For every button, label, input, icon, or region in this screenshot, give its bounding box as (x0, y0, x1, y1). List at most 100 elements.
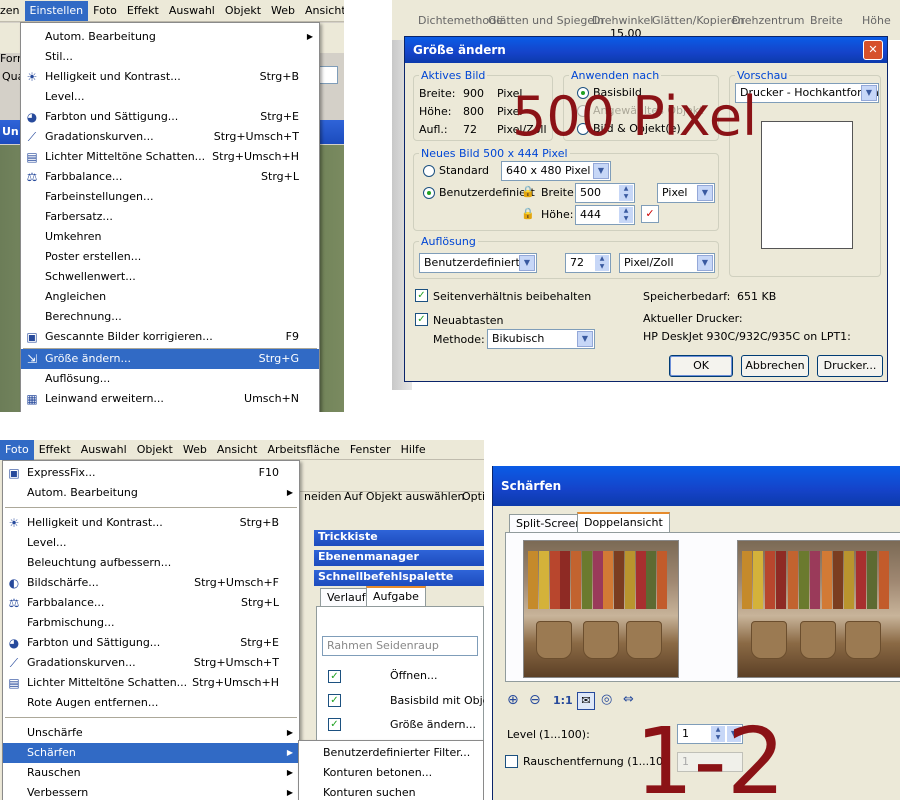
menu-item[interactable]: Schwellenwert... (21, 267, 319, 287)
menu-item[interactable]: Farbersatz... (21, 207, 319, 227)
bg-tab-verlauf[interactable]: Verlauf (320, 588, 373, 608)
menu-effekt[interactable]: Effekt (34, 440, 76, 460)
menu-web[interactable]: Web (266, 1, 300, 21)
navigate-icon[interactable]: ◎ (601, 692, 612, 707)
basket (844, 621, 881, 659)
lock-icon[interactable]: 🔒 (521, 185, 535, 198)
menu-foto[interactable]: Foto (88, 1, 122, 21)
aspect-link-icon[interactable]: ✓ (641, 205, 659, 223)
menu-item[interactable]: Poster erstellen... (21, 247, 319, 267)
menu-item[interactable]: ▣ Gescannte Bilder korrigieren... F9 (21, 327, 319, 347)
menu-item[interactable]: ⟋ Gradationskurven... Strg+Umsch+T (3, 653, 299, 673)
bg-tab-aufgabe[interactable]: Aufgabe (366, 586, 426, 606)
lock-icon[interactable]: 🔒 (521, 207, 535, 220)
menu-item[interactable]: ☀ Helligkeit und Kontrast... Strg+B (3, 513, 299, 533)
checkbox-aspect-ratio[interactable]: ✓ (415, 289, 428, 302)
menu-einstellen[interactable]: Einstellen (24, 0, 89, 21)
menu-item[interactable]: Rote Augen entfernen... (3, 693, 299, 713)
radio-benutzerdefiniert[interactable] (423, 187, 435, 199)
menu-item[interactable]: ▤ Lichter Mitteltöne Schatten... Strg+Umsc… (21, 147, 319, 167)
menu-item[interactable]: Level... (3, 533, 299, 553)
printer-button[interactable]: Drucker... (817, 355, 883, 377)
menu-item[interactable]: ◕ Farbton und Sättigung... Strg+E (3, 633, 299, 653)
menu-item[interactable]: Umkehren (21, 227, 319, 247)
menu-item[interactable]: ⟋ Gradationskurven... Strg+Umsch+T (21, 127, 319, 147)
submenu-item[interactable]: Konturen betonen... (299, 763, 483, 783)
menu-item[interactable]: Angleichen (21, 287, 319, 307)
menu-item[interactable]: ◐ Bildschärfe... Strg+Umsch+F (3, 573, 299, 593)
menu-ansicht[interactable]: Ansicht (212, 440, 263, 460)
menu-item[interactable]: Farbeinstellungen... (21, 187, 319, 207)
menu-item[interactable]: Level... (21, 87, 319, 107)
menu-item[interactable]: Schärfen ▶ (3, 743, 299, 763)
breite-input[interactable]: 500 ▲ ▼ (575, 183, 635, 203)
bg-task-check[interactable]: ✓ (328, 670, 341, 683)
menu-item[interactable]: Beleuchtung aufbessern... (3, 553, 299, 573)
menu-item[interactable]: zen (0, 1, 25, 21)
submenu-item[interactable]: Benutzerdefinierter Filter... (299, 743, 483, 763)
resolution-unit-select[interactable]: Pixel/Zoll ▼ (619, 253, 715, 273)
menu-ansicht[interactable]: Ansicht (300, 1, 344, 21)
menu-objekt[interactable]: Objekt (220, 1, 266, 21)
menu-item[interactable]: Berechnung... (21, 307, 319, 327)
spin-down-icon[interactable]: ▼ (619, 215, 633, 223)
menu-objekt[interactable]: Objekt (132, 440, 178, 460)
zoom-out-icon[interactable]: ⊖ (529, 692, 541, 708)
zoom-in-icon[interactable]: ⊕ (507, 692, 519, 708)
menu-item[interactable]: Verbessern ▶ (3, 783, 299, 800)
menu-web[interactable]: Web (178, 440, 212, 460)
menu-hilfe[interactable]: Hilfe (396, 440, 431, 460)
bg-task-check[interactable]: ✓ (328, 718, 341, 731)
label-methode: Methode: (433, 333, 485, 346)
submenu-item[interactable]: Konturen suchen (299, 783, 483, 800)
menu-item[interactable]: ☀ Helligkeit und Kontrast... Strg+B (21, 67, 319, 87)
spin-up-icon[interactable]: ▲ (619, 207, 633, 215)
hoehe-input[interactable]: 444 ▲ ▼ (575, 205, 635, 225)
menu-item[interactable]: ▦ Leinwand erweitern... Umsch+N (21, 389, 319, 409)
menu-foto[interactable]: Foto (0, 440, 34, 460)
menu-item[interactable]: Auflösung... (21, 369, 319, 389)
menu-fenster[interactable]: Fenster (345, 440, 396, 460)
radio-standard[interactable] (423, 165, 435, 177)
menu-effekt[interactable]: Effekt (122, 1, 164, 21)
menu-item[interactable]: ⚖ Farbbalance... Strg+L (3, 593, 299, 613)
menu-item[interactable]: ⚖ Farbbalance... Strg+L (21, 167, 319, 187)
resolution-input[interactable]: 72 ▲ ▼ (565, 253, 611, 273)
fit-icon[interactable]: ✉ (577, 692, 595, 710)
bg-task-check[interactable]: ✓ (328, 694, 341, 707)
close-button[interactable]: ✕ (863, 40, 883, 60)
menu-item[interactable]: ◕ Farbton und Sättigung... Strg+E (21, 107, 319, 127)
menu-arbeitsflaeche[interactable]: Arbeitsfläche (262, 440, 344, 460)
menu-item[interactable]: Farbmischung... (3, 613, 299, 633)
foto-dropdown: ▣ ExpressFix... F10 Autom. Bearbeitung ▶ ☀ Hel… (2, 460, 300, 800)
menu-item[interactable]: ▣ ExpressFix... F10 (3, 463, 299, 483)
menu-item[interactable]: Stil... (21, 47, 319, 67)
standard-size-select[interactable]: 640 x 480 Pixel ▼ (501, 161, 611, 181)
menu-item[interactable]: ▤ Lichter Mitteltöne Schatten... Strg+Umsc… (3, 673, 299, 693)
resize-icon: ⇲ (26, 352, 38, 366)
menu-item[interactable]: ⇲ Größe ändern... Strg+G (21, 349, 319, 369)
chevron-down-icon: ▼ (593, 163, 609, 179)
bg-toolbar (300, 462, 484, 492)
spin-up-icon[interactable]: ▲ (595, 255, 609, 263)
spin-down-icon[interactable]: ▼ (619, 193, 633, 201)
menu-auswahl[interactable]: Auswahl (76, 440, 132, 460)
method-select[interactable]: Bikubisch ▼ (487, 329, 595, 349)
unit-select[interactable]: Pixel ▼ (657, 183, 715, 203)
menu-item[interactable]: Unschärfe ▶ (3, 723, 299, 743)
checkbox-noise-removal[interactable] (505, 755, 518, 768)
menu-item[interactable]: Autom. Bearbeitung ▶ (21, 27, 319, 47)
cancel-button[interactable]: Abbrechen (741, 355, 809, 377)
bg-select[interactable]: Rahmen Seidenraup (322, 636, 478, 656)
menu-item[interactable]: Autom. Bearbeitung ▶ (3, 483, 299, 503)
checkbox-resample[interactable]: ✓ (415, 313, 428, 326)
ok-button[interactable]: OK (669, 355, 733, 377)
spin-up-icon[interactable]: ▲ (619, 185, 633, 193)
menu-item[interactable]: Rauschen ▶ (3, 763, 299, 783)
pan-icon[interactable]: ⇔ (623, 692, 634, 707)
menu-auswahl[interactable]: Auswahl (164, 1, 220, 21)
tab-doppelansicht[interactable]: Doppelansicht (577, 512, 670, 532)
spin-down-icon[interactable]: ▼ (595, 263, 609, 271)
zoom-1-1-label[interactable]: 1:1 (553, 694, 573, 707)
resolution-mode-select[interactable]: Benutzerdefiniert ▼ (419, 253, 537, 273)
